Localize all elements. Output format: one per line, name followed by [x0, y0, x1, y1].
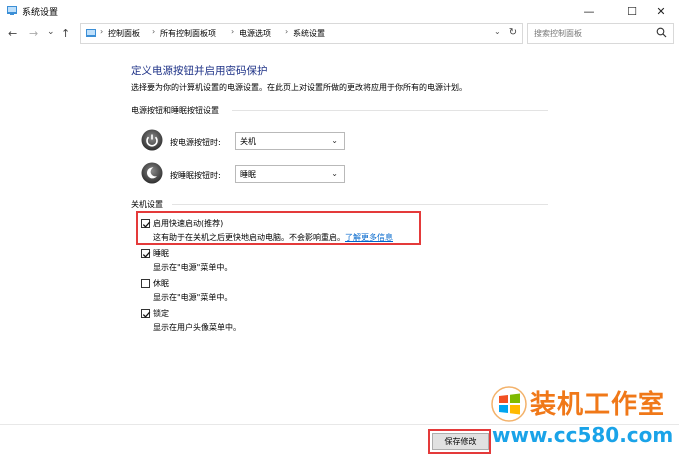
window-title: 系统设置	[22, 8, 59, 18]
power-button-action-select[interactable]: 关机 ⌄	[235, 132, 345, 150]
power-button-action-value: 关机	[240, 137, 256, 146]
control-panel-icon	[7, 6, 17, 15]
hibernate-description: 显示在"电源"菜单中。	[153, 293, 233, 302]
maximize-icon: ☐	[627, 4, 637, 18]
breadcrumb-separator-icon: ›	[231, 27, 235, 36]
refresh-icon: ↻	[508, 27, 518, 38]
title-bar: 系统设置 — ☐ ✕	[0, 0, 679, 22]
minimize-button[interactable]: —	[571, 0, 607, 22]
close-button[interactable]: ✕	[643, 0, 679, 22]
minimize-icon: —	[583, 4, 595, 18]
watermark-brand: 装机工作室	[530, 390, 666, 420]
control-panel-icon	[86, 29, 96, 37]
close-icon: ✕	[656, 4, 666, 18]
power-button-icon	[141, 129, 163, 151]
page-description: 选择要为你的计算机设置的电源设置。在此页上对设置所做的更改将应用于你所有的电源计…	[131, 83, 467, 92]
sleep-button-icon	[141, 162, 163, 184]
recent-locations-icon[interactable]: ⌄	[47, 25, 55, 39]
learn-more-link[interactable]: 了解更多信息	[345, 233, 393, 242]
refresh-button[interactable]: ↻	[505, 23, 521, 42]
breadcrumb-all-items[interactable]: 所有控制面板项	[160, 28, 216, 39]
address-bar[interactable]: › 控制面板 › 所有控制面板项 › 电源选项 › 系统设置 ⌄	[80, 23, 523, 44]
sleep-checkbox[interactable]	[141, 249, 151, 258]
lock-label[interactable]: 锁定	[153, 308, 169, 319]
breadcrumb-system-settings[interactable]: 系统设置	[293, 28, 325, 39]
section-heading-buttons: 电源按钮和睡眠按钮设置	[131, 106, 219, 115]
up-arrow-icon[interactable]: ↑	[61, 27, 70, 41]
breadcrumb-control-panel[interactable]: 控制面板	[108, 28, 140, 39]
breadcrumb-power-options[interactable]: 电源选项	[239, 28, 271, 39]
section-heading-shutdown: 关机设置	[131, 200, 163, 209]
fast-startup-description-text: 这有助于在关机之后更快地启动电脑。不会影响重启。	[153, 233, 345, 242]
watermark-windows-logo-icon	[491, 386, 527, 422]
sleep-label[interactable]: 睡眠	[153, 248, 169, 259]
search-box[interactable]	[527, 23, 674, 44]
page-title: 定义电源按钮并启用密码保护	[131, 65, 268, 77]
search-icon[interactable]	[656, 27, 667, 38]
power-button-label: 按电源按钮时:	[170, 138, 221, 147]
fast-startup-description: 这有助于在关机之后更快地启动电脑。不会影响重启。了解更多信息	[153, 232, 393, 243]
sleep-description: 显示在"电源"菜单中。	[153, 263, 233, 272]
hibernate-label[interactable]: 休眠	[153, 278, 169, 289]
hibernate-checkbox[interactable]	[141, 279, 150, 288]
sleep-button-label: 按睡眠按钮时:	[170, 171, 221, 180]
lock-checkbox[interactable]	[141, 309, 151, 318]
watermark-url: www.cc580.com	[492, 423, 674, 447]
forward-arrow-icon[interactable]: →	[29, 27, 38, 41]
checkmark-icon	[142, 221, 151, 228]
lock-description: 显示在用户头像菜单中。	[153, 323, 241, 332]
checkmark-icon	[142, 251, 151, 258]
save-changes-button[interactable]: 保存修改	[432, 433, 489, 450]
chevron-down-icon: ⌄	[331, 169, 338, 178]
checkmark-icon	[142, 311, 151, 318]
section-divider	[172, 204, 548, 205]
fast-startup-checkbox[interactable]	[141, 219, 151, 228]
search-input[interactable]	[528, 24, 656, 43]
chevron-down-icon: ⌄	[331, 136, 338, 145]
sleep-button-action-value: 睡眠	[240, 170, 256, 179]
back-arrow-icon[interactable]: ←	[8, 27, 17, 41]
address-dropdown-icon[interactable]: ⌄	[494, 27, 501, 36]
section-divider	[232, 110, 548, 111]
sleep-button-action-select[interactable]: 睡眠 ⌄	[235, 165, 345, 183]
breadcrumb-separator-icon: ›	[285, 27, 289, 36]
fast-startup-label[interactable]: 启用快速启动(推荐)	[153, 218, 223, 229]
breadcrumb-separator-icon: ›	[100, 27, 104, 36]
breadcrumb-separator-icon: ›	[152, 27, 156, 36]
